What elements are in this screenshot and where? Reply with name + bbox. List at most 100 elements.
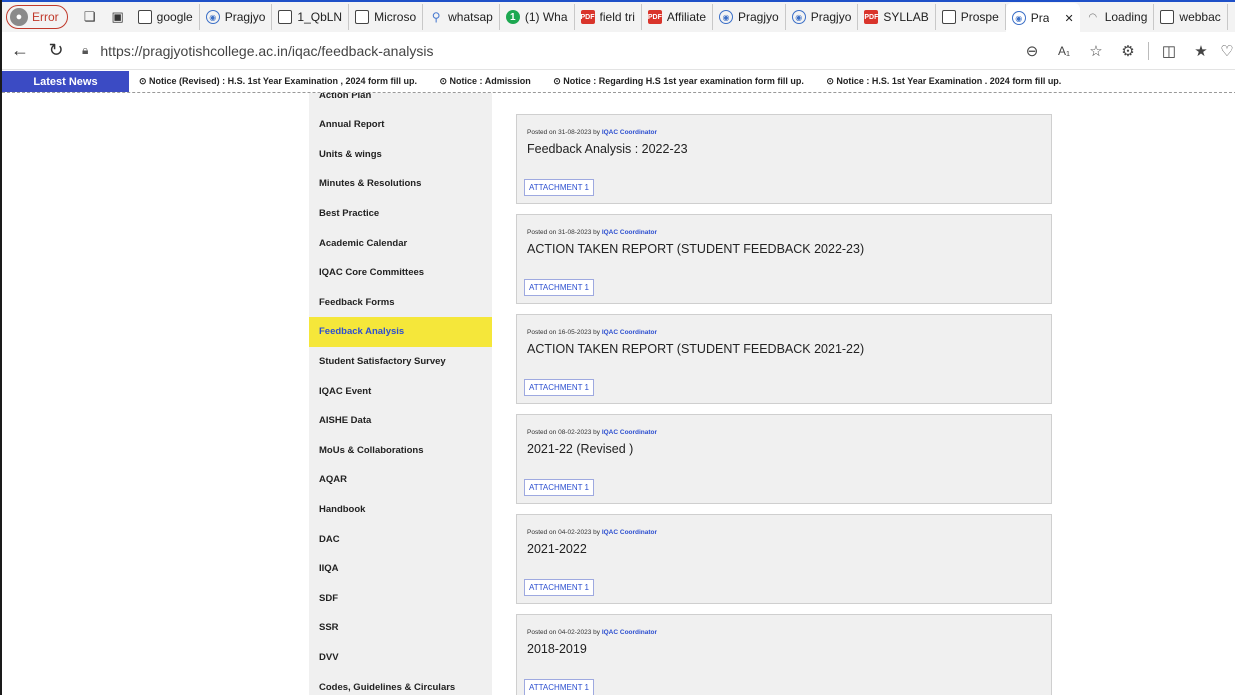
- doc-icon: [1160, 10, 1175, 24]
- profile-label: Error: [32, 10, 59, 24]
- sidebar-item[interactable]: Handbook: [309, 494, 492, 524]
- tab-title: Prospe: [960, 10, 999, 24]
- browser-tab[interactable]: ◉ Pragjyo: [713, 4, 786, 30]
- post-meta: Posted on 16-05-2023 by IQAC Coordinator: [527, 329, 657, 336]
- favorite-star-icon[interactable]: ☆: [1080, 36, 1112, 66]
- browser-tab[interactable]: PDF Affiliate: [642, 4, 713, 30]
- news-item[interactable]: ⊙ Notice : H.S. 1st Year Examination . 2…: [826, 76, 1071, 86]
- news-bar: Latest News ⊙ Notice (Revised) : H.S. 1s…: [2, 71, 1235, 93]
- browser-tab[interactable]: ◉ Pragjyo: [786, 4, 859, 30]
- sidebar-item[interactable]: Feedback Forms: [309, 287, 492, 317]
- globe-icon: ◉: [791, 10, 806, 24]
- sidebar-item[interactable]: DAC: [309, 524, 492, 554]
- sidebar-item[interactable]: Action Plan: [309, 93, 492, 110]
- news-ticker: ⊙ Notice (Revised) : H.S. 1st Year Exami…: [129, 76, 1081, 87]
- post-title[interactable]: Feedback Analysis : 2022-23: [527, 142, 688, 156]
- post-author-link[interactable]: IQAC Coordinator: [602, 629, 657, 636]
- browser-tab[interactable]: Microso: [349, 4, 424, 30]
- url-field[interactable]: 🔒︎ https://pragjyotishcollege.ac.in/iqac…: [74, 36, 1016, 66]
- sidebar-item[interactable]: Student Satisfactory Survey: [309, 346, 492, 376]
- browser-tab[interactable]: PDF field tri: [575, 4, 642, 30]
- post-title[interactable]: 2018-2019: [527, 642, 587, 656]
- collections-icon[interactable]: ♡: [1217, 36, 1235, 66]
- tab-title: Pragjyo: [810, 10, 852, 24]
- attachment-button[interactable]: ATTACHMENT 1: [524, 179, 595, 196]
- split-screen-icon[interactable]: ◫: [1153, 36, 1185, 66]
- globe-icon: ◉: [205, 10, 220, 24]
- sidebar-item[interactable]: SDF: [309, 583, 492, 613]
- tab-actions-icon[interactable]: ▣: [104, 5, 132, 29]
- post-author-link[interactable]: IQAC Coordinator: [602, 529, 657, 536]
- sidebar-item[interactable]: IQAC Core Committees: [309, 258, 492, 288]
- post-title[interactable]: ACTION TAKEN REPORT (STUDENT FEEDBACK 20…: [527, 242, 864, 256]
- sidebar-item[interactable]: Best Practice: [309, 198, 492, 228]
- post-title[interactable]: ACTION TAKEN REPORT (STUDENT FEEDBACK 20…: [527, 342, 864, 356]
- browser-tab[interactable]: google: [132, 4, 200, 30]
- url-text: https://pragjyotishcollege.ac.in/iqac/fe…: [100, 42, 434, 59]
- browser-tab[interactable]: PDF SYLLAB: [858, 4, 936, 30]
- sidebar-item[interactable]: AQAR: [309, 465, 492, 495]
- close-tab-icon[interactable]: ✕: [1064, 12, 1073, 25]
- favorites-icon[interactable]: ★: [1185, 36, 1217, 66]
- news-item[interactable]: ⊙ Notice (Revised) : H.S. 1st Year Exami…: [139, 76, 427, 86]
- attachment-button[interactable]: ATTACHMENT 1: [524, 279, 595, 296]
- sidebar-item[interactable]: Units & wings: [309, 139, 492, 169]
- profile-button[interactable]: ● Error: [6, 5, 68, 29]
- read-aloud-icon[interactable]: A₁: [1048, 36, 1080, 66]
- post-meta: Posted on 08-02-2023 by IQAC Coordinator: [527, 429, 657, 436]
- post-card: Posted on 08-02-2023 by IQAC Coordinator…: [516, 414, 1052, 504]
- attachment-button[interactable]: ATTACHMENT 1: [524, 479, 595, 496]
- post-card: Posted on 31-08-2023 by IQAC Coordinator…: [516, 214, 1052, 304]
- attachment-button[interactable]: ATTACHMENT 1: [524, 379, 595, 396]
- post-meta: Posted on 31-08-2023 by IQAC Coordinator: [527, 129, 657, 136]
- extensions-icon[interactable]: ⚙: [1112, 36, 1144, 66]
- browser-tab[interactable]: ⚲ whatsap: [423, 4, 500, 30]
- sidebar-item[interactable]: Codes, Guidelines & Circulars: [309, 672, 492, 695]
- post-date: Posted on 31-08-2023 by: [527, 229, 600, 236]
- iqac-sidebar: Action Plan Annual Report Units & wings Min…: [309, 93, 492, 695]
- attachment-button[interactable]: ATTACHMENT 1: [524, 579, 595, 596]
- post-title[interactable]: 2021-2022: [527, 542, 587, 556]
- browser-tab[interactable]: ◉ Pra ✕: [1005, 3, 1080, 32]
- post-author-link[interactable]: IQAC Coordinator: [602, 129, 657, 136]
- back-icon[interactable]: ←: [2, 36, 38, 66]
- news-item[interactable]: ⊙ Notice : Admission: [439, 76, 540, 86]
- news-item[interactable]: ⊙ Notice : Regarding H.S 1st year examin…: [553, 76, 814, 86]
- refresh-icon[interactable]: ↻: [38, 36, 74, 66]
- post-author-link[interactable]: IQAC Coordinator: [602, 329, 657, 336]
- post-title[interactable]: 2021-22 (Revised ): [527, 442, 633, 456]
- tab-title: google: [156, 10, 193, 24]
- post-card: Posted on 31-08-2023 by IQAC Coordinator…: [516, 114, 1052, 204]
- sidebar-item[interactable]: SSR: [309, 613, 492, 643]
- whatsapp-icon: 1: [505, 10, 520, 24]
- tab-title: Affiliate: [666, 10, 706, 24]
- doc-icon: [278, 10, 293, 24]
- browser-tab[interactable]: 1 (1) Wha: [500, 4, 575, 30]
- zoom-out-icon[interactable]: ⊖: [1016, 36, 1048, 66]
- sidebar-item[interactable]: IQAC Event: [309, 376, 492, 406]
- sidebar-item[interactable]: MoUs & Collaborations: [309, 435, 492, 465]
- doc-icon: [137, 10, 152, 24]
- post-author-link[interactable]: IQAC Coordinator: [602, 229, 657, 236]
- sidebar-item[interactable]: AISHE Data: [309, 406, 492, 436]
- page-info-icon[interactable]: 🔒︎: [82, 43, 88, 58]
- post-meta: Posted on 04-02-2023 by IQAC Coordinator: [527, 629, 657, 636]
- post-author-link[interactable]: IQAC Coordinator: [602, 429, 657, 436]
- sidebar-item[interactable]: IIQA: [309, 554, 492, 584]
- sidebar-item[interactable]: Annual Report: [309, 110, 492, 140]
- sidebar-item[interactable]: Academic Calendar: [309, 228, 492, 258]
- sidebar-item[interactable]: Minutes & Resolutions: [309, 169, 492, 199]
- attachment-button[interactable]: ATTACHMENT 1: [524, 679, 595, 695]
- browser-tab[interactable]: webbac: [1154, 4, 1228, 30]
- sidebar-item[interactable]: Feedback Analysis: [309, 316, 492, 347]
- post-meta: Posted on 04-02-2023 by IQAC Coordinator: [527, 529, 657, 536]
- browser-tab[interactable]: ◉ Pragjyo: [200, 4, 273, 30]
- tab-title: 1_QbLN: [297, 10, 343, 24]
- sidebar-item[interactable]: DVV: [309, 642, 492, 672]
- browser-tab[interactable]: Prospe: [936, 4, 1006, 30]
- browser-tab[interactable]: ◠ Loading: [1080, 4, 1155, 30]
- post-date: Posted on 16-05-2023 by: [527, 329, 600, 336]
- loading-icon: ◠: [1088, 11, 1098, 23]
- browser-tab[interactable]: 1_QbLN: [272, 4, 350, 30]
- workspaces-icon[interactable]: ❏: [76, 5, 104, 29]
